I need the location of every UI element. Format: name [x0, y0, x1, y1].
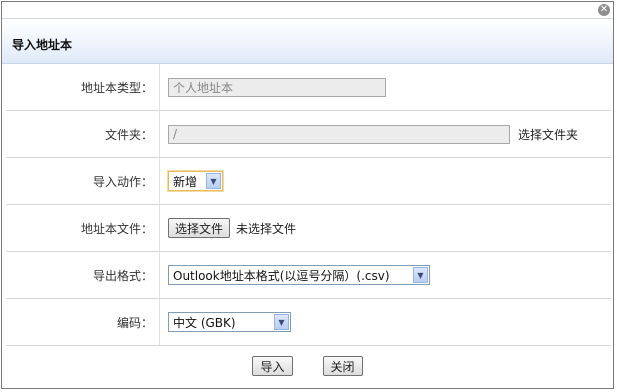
row-encoding: 编码： 中文 (GBK) ▼ [6, 299, 611, 346]
folder-label: 文件夹： [104, 127, 153, 142]
row-folder: 文件夹： / 选择文件夹 [6, 111, 611, 158]
dialog-top-strip: ✕ [2, 2, 613, 18]
export-format-select[interactable]: Outlook地址本格式(以逗号分隔）(.csv) ▼ [168, 265, 430, 285]
dialog-title: 导入地址本 [12, 38, 73, 52]
row-address-book-file: 地址本文件： 选择文件 未选择文件 [6, 205, 611, 252]
chevron-down-icon: ▼ [413, 267, 428, 283]
folder-field-cell: / 选择文件夹 [159, 111, 611, 157]
import-action-label: 导入动作： [92, 174, 153, 189]
row-export-format: 导出格式： Outlook地址本格式(以逗号分隔）(.csv) ▼ [6, 252, 611, 299]
import-action-cell: 新增 ▼ [159, 158, 611, 204]
chevron-down-icon: ▼ [274, 314, 289, 330]
folder-path-field: / [168, 124, 510, 144]
import-form: 地址本类型： 个人地址本 文件夹： / 选择文件夹 导入动作： 新增 ▼ 地址本… [6, 64, 611, 346]
file-label: 地址本文件： [80, 221, 153, 236]
import-action-value: 新增 [173, 174, 198, 189]
row-address-book-type: 地址本类型： 个人地址本 [6, 64, 611, 111]
type-field-cell: 个人地址本 [159, 64, 611, 110]
dialog-header: 导入地址本 [2, 18, 613, 64]
format-field-cell: Outlook地址本格式(以逗号分隔）(.csv) ▼ [159, 252, 611, 298]
file-status-text: 未选择文件 [236, 221, 297, 236]
format-label: 导出格式： [92, 268, 153, 283]
select-folder-link[interactable]: 选择文件夹 [518, 126, 578, 143]
chevron-down-icon: ▼ [206, 173, 221, 189]
import-address-book-dialog: ✕ 导入地址本 地址本类型： 个人地址本 文件夹： / 选择文件夹 导入动作： … [1, 1, 614, 389]
encoding-select[interactable]: 中文 (GBK) ▼ [168, 312, 291, 332]
export-format-value: Outlook地址本格式(以逗号分隔）(.csv) [173, 268, 390, 283]
choose-file-button[interactable]: 选择文件 [168, 218, 231, 238]
import-button[interactable]: 导入 [252, 356, 293, 376]
type-label: 地址本类型： [80, 80, 153, 95]
encoding-value: 中文 (GBK) [173, 315, 236, 330]
encoding-field-cell: 中文 (GBK) ▼ [159, 299, 611, 345]
file-field-cell: 选择文件 未选择文件 [159, 205, 611, 251]
close-icon[interactable]: ✕ [598, 4, 610, 16]
dialog-footer: 导入 关闭 [2, 346, 613, 386]
address-book-type-field: 个人地址本 [168, 77, 386, 97]
import-action-select[interactable]: 新增 ▼ [168, 171, 223, 191]
close-button[interactable]: 关闭 [322, 356, 363, 376]
encoding-label: 编码： [116, 315, 153, 330]
row-import-action: 导入动作： 新增 ▼ [6, 158, 611, 205]
